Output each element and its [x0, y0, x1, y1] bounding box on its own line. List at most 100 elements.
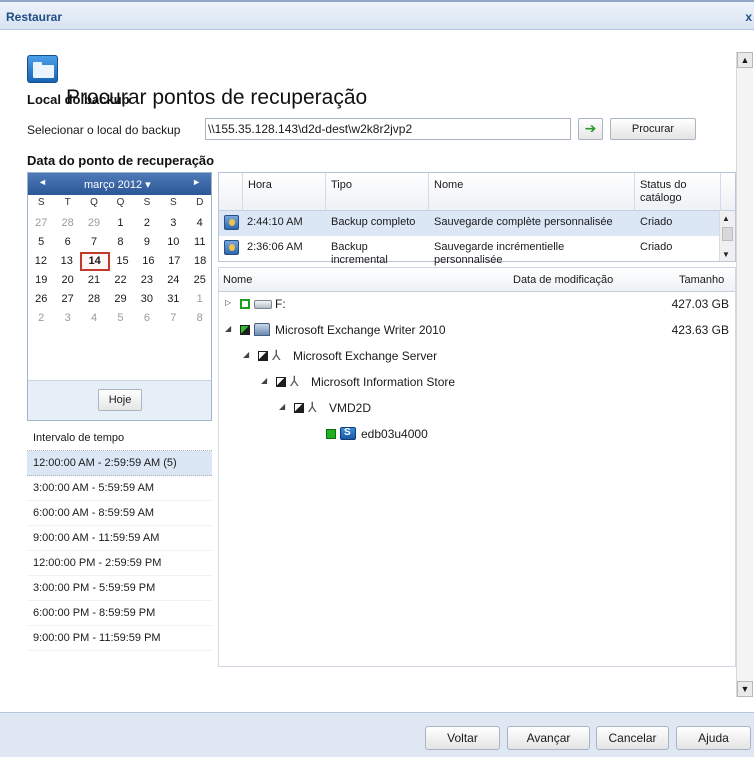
calendar-month-select[interactable]: março 2012 ▾: [84, 178, 151, 191]
calendar-day[interactable]: 4: [81, 309, 107, 328]
tree-header-data[interactable]: Data de modificação: [513, 274, 613, 286]
today-button[interactable]: Hoje: [98, 389, 142, 411]
calendar-day[interactable]: 24: [160, 271, 186, 290]
calendar-day[interactable]: 27: [28, 214, 54, 233]
tree-header: Nome Data de modificação Tamanho: [219, 268, 735, 292]
collapse-icon[interactable]: ◢: [225, 324, 231, 333]
cancel-button[interactable]: Cancelar: [596, 726, 669, 750]
page-scrollbar[interactable]: ▲ ▼: [736, 52, 753, 697]
calendar-day[interactable]: 2: [134, 214, 160, 233]
calendar-day[interactable]: 21: [81, 271, 107, 290]
calendar-next-icon[interactable]: ►: [192, 177, 201, 187]
help-button[interactable]: Ajuda: [676, 726, 751, 750]
recovery-point-row[interactable]: 2:44:10 AM Backup completo Sauvegarde comp…: [219, 211, 719, 236]
calendar-day[interactable]: 20: [54, 271, 80, 290]
time-range-item[interactable]: 12:00:00 PM - 2:59:59 PM: [27, 551, 212, 576]
calendar-day[interactable]: 29: [107, 290, 133, 309]
calendar-day[interactable]: 2: [28, 309, 54, 328]
calendar-day[interactable]: 4: [187, 214, 213, 233]
tree-row[interactable]: ▷ F: 427.03 GB: [219, 292, 735, 317]
rp-header-tipo[interactable]: Tipo: [326, 173, 429, 211]
browse-button[interactable]: Procurar: [610, 118, 696, 140]
calendar-day[interactable]: 19: [28, 271, 54, 290]
window-titlebar: Restaurar x: [0, 0, 754, 30]
calendar-day[interactable]: 23: [134, 271, 160, 290]
tree-row[interactable]: edb03u4000: [219, 422, 735, 447]
page-scroll-down-icon[interactable]: ▼: [737, 681, 753, 697]
time-range-item[interactable]: 6:00:00 AM - 8:59:59 AM: [27, 501, 212, 526]
calendar-day[interactable]: 1: [187, 290, 213, 309]
recovery-point-row[interactable]: 2:36:06 AM Backup incremental Sauvegarde i…: [219, 236, 719, 266]
time-range-item[interactable]: 3:00:00 AM - 5:59:59 AM: [27, 476, 212, 501]
calendar-day[interactable]: 11: [187, 233, 213, 252]
tree-checkbox[interactable]: [294, 403, 304, 413]
calendar-day[interactable]: 3: [54, 309, 80, 328]
calendar-day[interactable]: 9: [134, 233, 160, 252]
calendar-day[interactable]: 31: [160, 290, 186, 309]
tree-row[interactable]: ◢ Microsoft Exchange Writer 2010 423.63 GB: [219, 318, 735, 343]
calendar-day[interactable]: 8: [107, 233, 133, 252]
calendar-day[interactable]: 3: [160, 214, 186, 233]
calendar-day[interactable]: 25: [187, 271, 213, 290]
tree-node-size: 423.63 GB: [671, 323, 729, 337]
tree-header-nome[interactable]: Nome: [223, 274, 252, 286]
calendar-day[interactable]: 6: [54, 233, 80, 252]
calendar-day[interactable]: 18: [187, 252, 213, 271]
recovery-points-scrollbar[interactable]: ▲ ▼: [719, 211, 735, 261]
tree-checkbox[interactable]: [326, 429, 336, 439]
collapse-icon[interactable]: ◢: [243, 350, 249, 359]
tree-checkbox[interactable]: [276, 377, 286, 387]
back-button[interactable]: Voltar: [425, 726, 500, 750]
scroll-up-icon[interactable]: ▲: [722, 214, 730, 223]
tree-row[interactable]: ◢ ⅄ Microsoft Exchange Server: [219, 344, 735, 369]
page-scroll-up-icon[interactable]: ▲: [737, 52, 753, 68]
time-range-item[interactable]: 9:00:00 PM - 11:59:59 PM: [27, 626, 212, 651]
backup-location-input[interactable]: \\155.35.128.143\d2d-dest\w2k8r2jvp2: [205, 118, 571, 140]
calendar-day[interactable]: 28: [81, 290, 107, 309]
calendar-day[interactable]: 7: [160, 309, 186, 328]
scroll-thumb[interactable]: [722, 227, 733, 241]
recovery-point-nome: Sauvegarde complète personnalisée: [434, 216, 613, 228]
tree-row[interactable]: ◢ ⅄ VMD2D: [219, 396, 735, 421]
collapse-icon[interactable]: ◢: [279, 402, 285, 411]
expand-icon[interactable]: ▷: [225, 298, 231, 307]
time-range-item[interactable]: 3:00:00 PM - 5:59:59 PM: [27, 576, 212, 601]
tree-checkbox[interactable]: [258, 351, 268, 361]
tree-checkbox[interactable]: [240, 325, 250, 335]
calendar-day[interactable]: 29: [81, 214, 107, 233]
calendar-day[interactable]: 15: [110, 252, 136, 271]
go-button[interactable]: ➔: [578, 118, 603, 140]
calendar-day[interactable]: 12: [28, 252, 54, 271]
tree-row[interactable]: ◢ ⅄ Microsoft Information Store: [219, 370, 735, 395]
calendar-day[interactable]: 6: [134, 309, 160, 328]
calendar-day[interactable]: 13: [54, 252, 80, 271]
calendar-day[interactable]: 22: [107, 271, 133, 290]
time-range-item[interactable]: 9:00:00 AM - 11:59:59 AM: [27, 526, 212, 551]
calendar-day[interactable]: 27: [54, 290, 80, 309]
tree-header-tamanho[interactable]: Tamanho: [679, 274, 724, 286]
calendar-day[interactable]: 5: [28, 233, 54, 252]
calendar-day[interactable]: 14: [79, 252, 110, 271]
calendar-day[interactable]: 7: [81, 233, 107, 252]
rp-header-status[interactable]: Status do catálogo: [635, 173, 721, 211]
calendar-day[interactable]: 30: [134, 290, 160, 309]
collapse-icon[interactable]: ◢: [261, 376, 267, 385]
close-icon[interactable]: x: [745, 10, 752, 24]
time-range-item[interactable]: 6:00:00 PM - 8:59:59 PM: [27, 601, 212, 626]
calendar-day[interactable]: 17: [161, 252, 187, 271]
next-button[interactable]: Avançar: [507, 726, 590, 750]
calendar-day[interactable]: 28: [54, 214, 80, 233]
calendar-day[interactable]: 8: [187, 309, 213, 328]
tree-checkbox[interactable]: [240, 299, 250, 309]
rp-header-hora[interactable]: Hora: [243, 173, 326, 211]
time-range-item[interactable]: 12:00:00 AM - 2:59:59 AM (5): [27, 451, 212, 476]
calendar-day[interactable]: 10: [160, 233, 186, 252]
rp-header-nome[interactable]: Nome: [429, 173, 635, 211]
scroll-down-icon[interactable]: ▼: [722, 250, 730, 259]
calendar-day[interactable]: 5: [107, 309, 133, 328]
calendar-weekday-row: STQQSSD: [28, 195, 213, 214]
calendar-day[interactable]: 1: [107, 214, 133, 233]
calendar-day[interactable]: 16: [135, 252, 161, 271]
calendar-prev-icon[interactable]: ◄: [38, 177, 47, 187]
calendar-day[interactable]: 26: [28, 290, 54, 309]
